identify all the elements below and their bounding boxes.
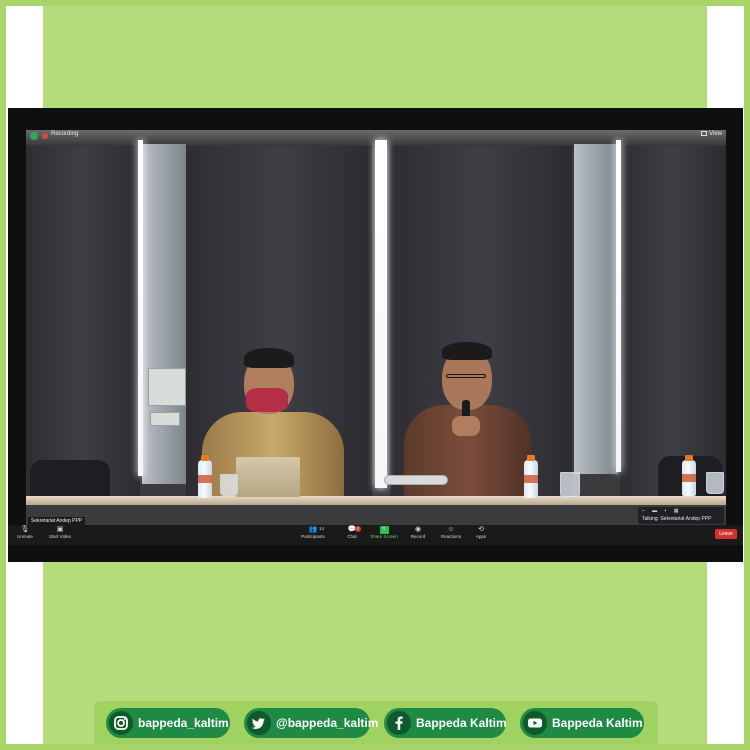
- conference-table: [26, 496, 726, 505]
- record-button[interactable]: ◉ Record: [406, 526, 430, 540]
- start-video-button[interactable]: ▣ Start Video: [44, 526, 76, 540]
- recording-indicator-icon: [42, 133, 48, 139]
- unmute-label: Unmute: [17, 534, 33, 539]
- zoom-toolbar: 🎙 Unmute ▣ Start Video 👥 14 Participants…: [8, 525, 743, 545]
- apps-label: Apps: [475, 534, 487, 539]
- record-icon: ◉: [414, 526, 422, 533]
- youtube-glyph: [528, 718, 542, 728]
- wall-pillar: [142, 144, 186, 484]
- water-bottle: [198, 455, 212, 498]
- record-label: Record: [410, 534, 426, 539]
- talking-view-controls[interactable]: – ▬ ▪ ▦: [638, 507, 724, 515]
- microphone-icon: 🎙: [20, 526, 30, 533]
- laptop: [236, 457, 300, 497]
- chat-button[interactable]: 💬 2 Chat: [340, 526, 364, 540]
- chair: [30, 460, 110, 500]
- apps-button[interactable]: ⟲ Apps: [470, 526, 492, 540]
- water-bottle: [524, 455, 538, 498]
- wall-panel: [620, 146, 726, 496]
- youtube-link[interactable]: Bappeda Kaltim: [520, 708, 644, 738]
- light-strip: [375, 140, 387, 488]
- reactions-label: Reactions: [440, 534, 461, 539]
- twitter-label: @bappeda_kaltim: [276, 716, 379, 730]
- view-button[interactable]: View: [701, 131, 722, 137]
- participants-label: Participants: [301, 534, 325, 539]
- water-glass: [560, 472, 580, 498]
- video-stage: Sekretariat Andep PPP – ▬ ▪ ▦ Talking: S…: [26, 130, 726, 527]
- share-screen-icon: ↑: [379, 526, 389, 534]
- instagram-glyph: [114, 716, 128, 730]
- youtube-label: Bappeda Kaltim: [552, 716, 643, 730]
- reactions-icon: ☺: [447, 526, 455, 533]
- leave-button[interactable]: Leave: [715, 529, 737, 539]
- unmute-button[interactable]: 🎙 Unmute: [12, 526, 38, 540]
- facebook-label: Bappeda Kaltim: [416, 716, 507, 730]
- start-video-label: Start Video: [48, 534, 72, 539]
- talking-label: Talking: Sekretariat Andep PPP: [642, 516, 712, 522]
- participants-count: 14: [319, 526, 325, 531]
- light-strip: [138, 140, 143, 476]
- camera-icon: ▣: [56, 526, 64, 533]
- wall-panel: [26, 146, 140, 496]
- wall-pillar: [574, 144, 618, 474]
- water-glass: [706, 472, 724, 494]
- facebook-glyph: [395, 716, 403, 730]
- participants-button[interactable]: 👥 14 Participants: [298, 526, 328, 540]
- view-label: View: [709, 131, 722, 137]
- conference-phone: [384, 475, 448, 485]
- twitter-link[interactable]: @bappeda_kaltim: [244, 708, 378, 738]
- participant-name-tag: Sekretariat Andep PPP: [28, 517, 86, 525]
- shield-icon[interactable]: [30, 132, 38, 140]
- twitter-glyph: [251, 718, 265, 729]
- share-screen-label: Share Screen: [370, 534, 398, 539]
- recording-label: Recording: [51, 131, 79, 137]
- chat-label: Chat: [347, 534, 357, 539]
- light-strip: [616, 140, 621, 472]
- instagram-label: bappeda_kaltim: [138, 716, 229, 730]
- facebook-link[interactable]: Bappeda Kaltim: [384, 708, 507, 738]
- instagram-link[interactable]: bappeda_kaltim: [106, 708, 230, 738]
- participants-icon: 👥: [308, 526, 318, 533]
- apps-icon: ⟲: [478, 526, 484, 533]
- water-bottle: [682, 455, 696, 496]
- zoom-window: Recording View Sekretariat Andep PPP – ▬…: [8, 108, 743, 562]
- water-glass: [220, 474, 238, 496]
- chat-badge: 2: [355, 526, 361, 532]
- share-screen-button[interactable]: ↑ Share Screen: [368, 526, 400, 540]
- wall-socket: [150, 412, 180, 426]
- talking-indicator: – ▬ ▪ ▦ Talking: Sekretariat Andep PPP: [638, 507, 724, 524]
- wall-socket: [148, 368, 186, 406]
- reactions-button[interactable]: ☺ Reactions: [436, 526, 466, 540]
- zoom-top-bar: Recording View: [26, 130, 726, 142]
- grid-icon: [701, 131, 708, 136]
